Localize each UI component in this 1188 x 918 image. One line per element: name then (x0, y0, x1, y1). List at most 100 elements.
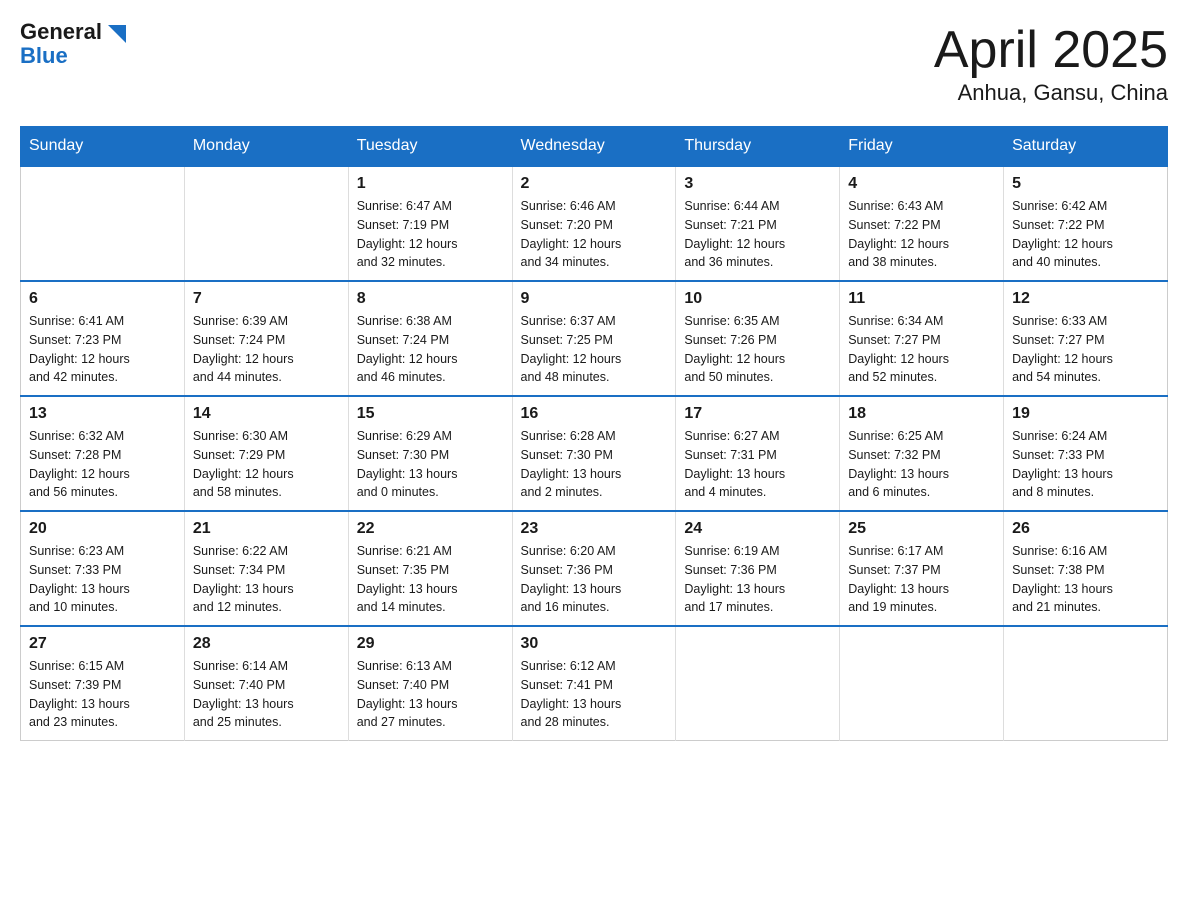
calendar-week-row: 6 Sunrise: 6:41 AM Sunset: 7:23 PM Daylig… (21, 281, 1168, 396)
calendar-day-cell: 13 Sunrise: 6:32 AM Sunset: 7:28 PM Dayli… (21, 396, 185, 511)
calendar-table: SundayMondayTuesdayWednesdayThursdayFrid… (20, 126, 1168, 741)
calendar-day-cell: 17 Sunrise: 6:27 AM Sunset: 7:31 PM Dayli… (676, 396, 840, 511)
calendar-day-cell: 19 Sunrise: 6:24 AM Sunset: 7:33 PM Dayli… (1004, 396, 1168, 511)
calendar-day-cell: 22 Sunrise: 6:21 AM Sunset: 7:35 PM Dayli… (348, 511, 512, 626)
day-info: Sunrise: 6:41 AM Sunset: 7:23 PM Dayligh… (29, 312, 176, 387)
calendar-day-cell: 2 Sunrise: 6:46 AM Sunset: 7:20 PM Daylig… (512, 166, 676, 281)
calendar-day-cell (21, 166, 185, 281)
page-title: April 2025 (934, 20, 1168, 80)
day-info: Sunrise: 6:46 AM Sunset: 7:20 PM Dayligh… (521, 197, 668, 272)
day-of-week-header: Friday (840, 127, 1004, 167)
day-info: Sunrise: 6:12 AM Sunset: 7:41 PM Dayligh… (521, 657, 668, 732)
day-of-week-header: Saturday (1004, 127, 1168, 167)
day-number: 1 (357, 175, 504, 193)
day-info: Sunrise: 6:32 AM Sunset: 7:28 PM Dayligh… (29, 427, 176, 502)
day-number: 26 (1012, 520, 1159, 538)
day-number: 28 (193, 635, 340, 653)
day-number: 2 (521, 175, 668, 193)
day-number: 5 (1012, 175, 1159, 193)
page-subtitle: Anhua, Gansu, China (934, 80, 1168, 106)
day-number: 6 (29, 290, 176, 308)
calendar-day-cell: 23 Sunrise: 6:20 AM Sunset: 7:36 PM Dayli… (512, 511, 676, 626)
calendar-day-cell: 15 Sunrise: 6:29 AM Sunset: 7:30 PM Dayli… (348, 396, 512, 511)
calendar-day-cell (676, 626, 840, 741)
day-number: 8 (357, 290, 504, 308)
calendar-day-cell: 14Sunrise: 6:30 AM Sunset: 7:29 PM Dayli… (184, 396, 348, 511)
logo: General Blue (20, 20, 126, 68)
day-number: 23 (521, 520, 668, 538)
day-number: 18 (848, 405, 995, 423)
day-of-week-header: Monday (184, 127, 348, 167)
day-info: Sunrise: 6:27 AM Sunset: 7:31 PM Dayligh… (684, 427, 831, 502)
calendar-day-cell (184, 166, 348, 281)
day-number: 17 (684, 405, 831, 423)
day-number: 24 (684, 520, 831, 538)
day-of-week-header: Wednesday (512, 127, 676, 167)
day-number: 27 (29, 635, 176, 653)
day-info: Sunrise: 6:37 AM Sunset: 7:25 PM Dayligh… (521, 312, 668, 387)
day-info: Sunrise: 6:39 AM Sunset: 7:24 PM Dayligh… (193, 312, 340, 387)
day-info: Sunrise: 6:23 AM Sunset: 7:33 PM Dayligh… (29, 542, 176, 617)
logo-triangle-icon (104, 21, 126, 43)
day-number: 9 (521, 290, 668, 308)
day-number: 3 (684, 175, 831, 193)
calendar-day-cell: 1Sunrise: 6:47 AM Sunset: 7:19 PM Daylig… (348, 166, 512, 281)
day-number: 14 (193, 405, 340, 423)
calendar-week-row: 20 Sunrise: 6:23 AM Sunset: 7:33 PM Dayli… (21, 511, 1168, 626)
day-info: Sunrise: 6:34 AM Sunset: 7:27 PM Dayligh… (848, 312, 995, 387)
day-info: Sunrise: 6:28 AM Sunset: 7:30 PM Dayligh… (521, 427, 668, 502)
day-info: Sunrise: 6:17 AM Sunset: 7:37 PM Dayligh… (848, 542, 995, 617)
day-info: Sunrise: 6:20 AM Sunset: 7:36 PM Dayligh… (521, 542, 668, 617)
day-of-week-header: Thursday (676, 127, 840, 167)
day-info: Sunrise: 6:29 AM Sunset: 7:30 PM Dayligh… (357, 427, 504, 502)
day-number: 22 (357, 520, 504, 538)
day-number: 21 (193, 520, 340, 538)
day-number: 11 (848, 290, 995, 308)
calendar-week-row: 13 Sunrise: 6:32 AM Sunset: 7:28 PM Dayli… (21, 396, 1168, 511)
calendar-day-cell (840, 626, 1004, 741)
calendar-day-cell: 27 Sunrise: 6:15 AM Sunset: 7:39 PM Dayli… (21, 626, 185, 741)
calendar-day-cell: 16 Sunrise: 6:28 AM Sunset: 7:30 PM Dayli… (512, 396, 676, 511)
day-number: 13 (29, 405, 176, 423)
calendar-day-cell: 21 Sunrise: 6:22 AM Sunset: 7:34 PM Dayli… (184, 511, 348, 626)
day-number: 25 (848, 520, 995, 538)
day-info: Sunrise: 6:14 AM Sunset: 7:40 PM Dayligh… (193, 657, 340, 732)
calendar-day-cell: 7 Sunrise: 6:39 AM Sunset: 7:24 PM Daylig… (184, 281, 348, 396)
day-number: 7 (193, 290, 340, 308)
calendar-day-cell: 11 Sunrise: 6:34 AM Sunset: 7:27 PM Dayli… (840, 281, 1004, 396)
day-info: Sunrise: 6:24 AM Sunset: 7:33 PM Dayligh… (1012, 427, 1159, 502)
logo-blue: Blue (20, 44, 126, 68)
calendar-day-cell: 5 Sunrise: 6:42 AM Sunset: 7:22 PM Daylig… (1004, 166, 1168, 281)
day-number: 16 (521, 405, 668, 423)
day-info: Sunrise: 6:22 AM Sunset: 7:34 PM Dayligh… (193, 542, 340, 617)
day-info: Sunrise: 6:33 AM Sunset: 7:27 PM Dayligh… (1012, 312, 1159, 387)
calendar-day-cell: 10Sunrise: 6:35 AM Sunset: 7:26 PM Dayli… (676, 281, 840, 396)
calendar-day-cell: 6 Sunrise: 6:41 AM Sunset: 7:23 PM Daylig… (21, 281, 185, 396)
day-number: 29 (357, 635, 504, 653)
logo-general: General (20, 20, 102, 44)
page-header: General Blue April 2025 Anhua, Gansu, Ch… (20, 20, 1168, 106)
calendar-day-cell: 12 Sunrise: 6:33 AM Sunset: 7:27 PM Dayli… (1004, 281, 1168, 396)
calendar-day-cell: 18Sunrise: 6:25 AM Sunset: 7:32 PM Dayli… (840, 396, 1004, 511)
calendar-day-cell: 4 Sunrise: 6:43 AM Sunset: 7:22 PM Daylig… (840, 166, 1004, 281)
day-info: Sunrise: 6:21 AM Sunset: 7:35 PM Dayligh… (357, 542, 504, 617)
calendar-day-cell: 26 Sunrise: 6:16 AM Sunset: 7:38 PM Dayli… (1004, 511, 1168, 626)
calendar-week-row: 1Sunrise: 6:47 AM Sunset: 7:19 PM Daylig… (21, 166, 1168, 281)
calendar-day-cell: 25 Sunrise: 6:17 AM Sunset: 7:37 PM Dayli… (840, 511, 1004, 626)
day-number: 4 (848, 175, 995, 193)
day-info: Sunrise: 6:16 AM Sunset: 7:38 PM Dayligh… (1012, 542, 1159, 617)
calendar-week-row: 27 Sunrise: 6:15 AM Sunset: 7:39 PM Dayli… (21, 626, 1168, 741)
day-info: Sunrise: 6:15 AM Sunset: 7:39 PM Dayligh… (29, 657, 176, 732)
calendar-day-cell: 3 Sunrise: 6:44 AM Sunset: 7:21 PM Daylig… (676, 166, 840, 281)
day-info: Sunrise: 6:42 AM Sunset: 7:22 PM Dayligh… (1012, 197, 1159, 272)
day-of-week-header: Tuesday (348, 127, 512, 167)
day-number: 12 (1012, 290, 1159, 308)
calendar-day-cell (1004, 626, 1168, 741)
day-info: Sunrise: 6:43 AM Sunset: 7:22 PM Dayligh… (848, 197, 995, 272)
calendar-day-cell: 20 Sunrise: 6:23 AM Sunset: 7:33 PM Dayli… (21, 511, 185, 626)
day-number: 19 (1012, 405, 1159, 423)
day-number: 20 (29, 520, 176, 538)
day-info: Sunrise: 6:44 AM Sunset: 7:21 PM Dayligh… (684, 197, 831, 272)
day-number: 10 (684, 290, 831, 308)
day-number: 15 (357, 405, 504, 423)
